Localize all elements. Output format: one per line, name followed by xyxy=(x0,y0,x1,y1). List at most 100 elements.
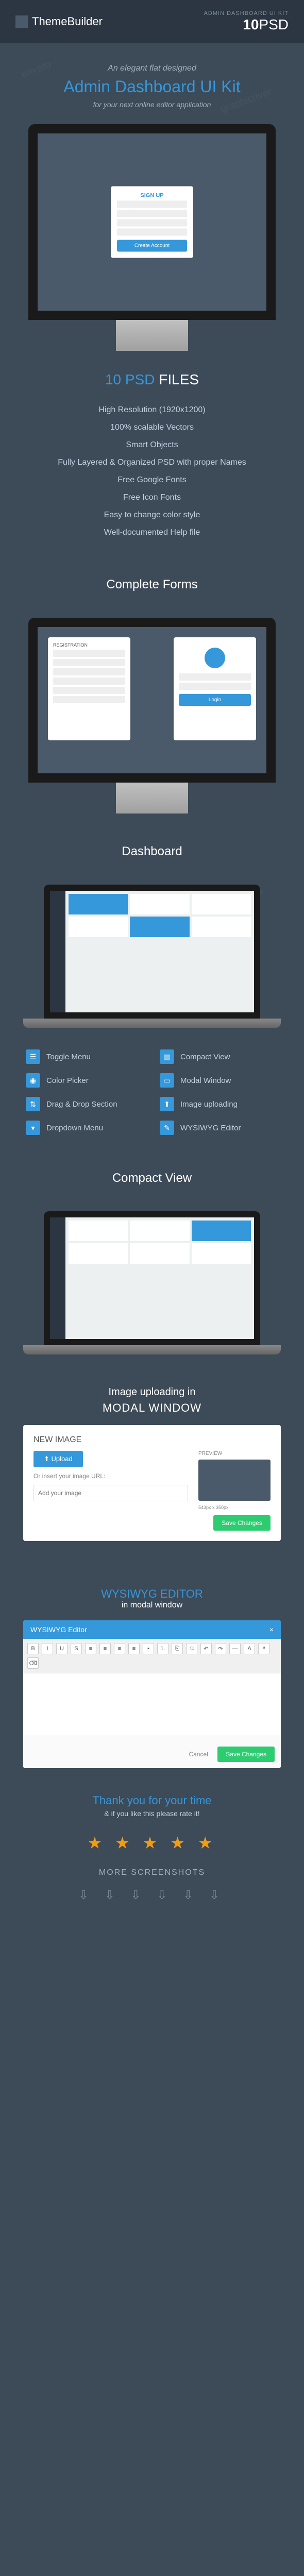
hr-button[interactable]: — xyxy=(229,1643,241,1654)
dropdown-icon: ▾ xyxy=(26,1121,40,1135)
psd-feature-list: High Resolution (1920x1200) 100% scalabl… xyxy=(0,401,304,562)
strike-button[interactable]: S xyxy=(71,1643,82,1654)
mock-field xyxy=(53,668,125,675)
tile xyxy=(69,1221,128,1241)
feature-label: WYSIWYG Editor xyxy=(180,1124,241,1132)
hero-section: An elegant flat designed Admin Dashboard… xyxy=(0,43,304,330)
link-button[interactable]: ⎘ xyxy=(172,1643,183,1654)
mock-field xyxy=(179,683,251,690)
feature-item: Free Icon Fonts xyxy=(21,489,283,506)
feature-label: Dropdown Menu xyxy=(46,1124,103,1132)
clear-button[interactable]: ⌫ xyxy=(27,1657,39,1669)
ul-button[interactable]: • xyxy=(143,1643,154,1654)
forms-section-title: Complete Forms xyxy=(0,562,304,602)
login-form-mock: Login xyxy=(174,637,256,740)
image-url-input[interactable] xyxy=(33,1485,188,1501)
main-mock xyxy=(65,1217,254,1339)
wysiwyg-content-area[interactable] xyxy=(23,1673,281,1735)
imac-mockup: SIGN UP Create Account xyxy=(28,124,276,320)
align-right-button[interactable]: ≡ xyxy=(114,1643,125,1654)
feature-label: Modal Window xyxy=(180,1076,231,1085)
psd-title-num: 10 PSD xyxy=(105,371,155,387)
underline-button[interactable]: U xyxy=(56,1643,67,1654)
login-button-mock: Login xyxy=(179,694,251,706)
badge-number: 10 xyxy=(243,16,259,32)
modal-icon: ▭ xyxy=(160,1073,174,1088)
sidebar-mock xyxy=(50,891,65,1012)
wysiwyg-title: WYSIWYG EDITOR xyxy=(0,1572,304,1601)
more-screenshots: MORE SCREENSHOTS xyxy=(0,1868,304,1888)
laptop-mockup xyxy=(44,885,260,1019)
modal-title: MODAL WINDOW xyxy=(15,1401,289,1415)
star-rating: ★ ★ ★ ★ ★ xyxy=(0,1828,304,1868)
header-subtitle: ADMIN DASHBOARD UI KIT xyxy=(204,10,289,16)
tile xyxy=(192,894,251,914)
logo-icon xyxy=(15,15,28,28)
quote-button[interactable]: ❝ xyxy=(258,1643,269,1654)
save-button[interactable]: Save Changes xyxy=(213,1515,271,1531)
mock-field xyxy=(117,229,187,236)
header: ThemeBuilder ADMIN DASHBOARD UI KIT 10PS… xyxy=(0,0,304,43)
feature-dropdown: ▾ Dropdown Menu xyxy=(26,1121,144,1135)
ol-button[interactable]: 1. xyxy=(157,1643,168,1654)
psd-title-txt: FILES xyxy=(159,371,199,387)
feature-label: Color Picker xyxy=(46,1076,89,1085)
wysiwyg-modal: WYSIWYG Editor × B I U S ≡ ≡ ≡ ≡ • 1. ⎘ … xyxy=(23,1620,281,1768)
align-left-button[interactable]: ≡ xyxy=(85,1643,96,1654)
mock-field xyxy=(117,219,187,227)
mock-field xyxy=(53,687,125,694)
tile xyxy=(130,894,189,914)
wysiwyg-subtitle: in modal window xyxy=(0,1601,304,1610)
preview-image xyxy=(198,1460,271,1501)
logo-text: ThemeBuilder xyxy=(32,15,103,28)
or-text: Or insert your image URL: xyxy=(33,1472,188,1480)
hero-title: Admin Dashboard UI Kit xyxy=(15,77,289,96)
picker-icon: ◉ xyxy=(26,1073,40,1088)
undo-button[interactable]: ↶ xyxy=(200,1643,212,1654)
bold-button[interactable]: B xyxy=(27,1643,39,1654)
compact-icon: ▦ xyxy=(160,1049,174,1064)
tiles-mock xyxy=(69,1221,251,1264)
hero-subtitle: for your next online editor application xyxy=(15,100,289,109)
redo-button[interactable]: ↷ xyxy=(215,1643,226,1654)
close-icon[interactable]: × xyxy=(269,1625,274,1634)
hero-tagline: An elegant flat designed xyxy=(15,64,289,73)
font-button[interactable]: A xyxy=(244,1643,255,1654)
dashboard-mockup-area: envato xyxy=(0,885,304,1039)
avatar-icon xyxy=(205,648,225,668)
wysiwyg-header-title: WYSIWYG Editor xyxy=(30,1625,87,1634)
cancel-button[interactable]: Cancel xyxy=(181,1747,215,1762)
tile xyxy=(130,1221,189,1241)
preview-panel: PREVIEW 543px x 350px Save Changes xyxy=(198,1451,271,1531)
laptop-screen xyxy=(50,891,254,1012)
feature-color-picker: ◉ Color Picker xyxy=(26,1073,144,1088)
form-title: REGISTRATION xyxy=(53,642,125,648)
align-center-button[interactable]: ≡ xyxy=(99,1643,111,1654)
mock-field xyxy=(53,650,125,657)
image-button[interactable]: ⎌ xyxy=(186,1643,197,1654)
menu-icon: ☰ xyxy=(26,1049,40,1064)
logo: ThemeBuilder xyxy=(15,15,103,28)
feature-label: Drag & Drop Section xyxy=(46,1100,117,1109)
laptop-mockup xyxy=(44,1211,260,1345)
tile xyxy=(130,1243,189,1264)
mock-field xyxy=(53,677,125,685)
wysiwyg-toolbar: B I U S ≡ ≡ ≡ ≡ • 1. ⎘ ⎌ ↶ ↷ — A ❝ ⌫ xyxy=(23,1639,281,1673)
save-button[interactable]: Save Changes xyxy=(217,1747,275,1762)
justify-button[interactable]: ≡ xyxy=(128,1643,140,1654)
feature-label: Image uploading xyxy=(180,1100,238,1109)
down-arrows: ⇩ ⇩ ⇩ ⇩ ⇩ ⇩ xyxy=(0,1888,304,1923)
imac-screen: SIGN UP Create Account xyxy=(38,133,266,311)
tile xyxy=(69,894,128,914)
preview-label: PREVIEW xyxy=(198,1451,271,1456)
mock-field xyxy=(53,696,125,703)
feature-wysiwyg: ✎WYSIWYG Editor xyxy=(160,1121,278,1135)
feature-drag-drop: ⇅Drag & Drop Section xyxy=(26,1097,144,1111)
upload-button[interactable]: ⬆ Upload xyxy=(33,1451,83,1467)
italic-button[interactable]: I xyxy=(42,1643,53,1654)
tile xyxy=(69,1243,128,1264)
compact-section-title: Compact View xyxy=(0,1156,304,1196)
modal-body: ⬆ Upload Or insert your image URL: PREVI… xyxy=(33,1451,271,1531)
mock-field xyxy=(53,659,125,666)
registration-form-mock: REGISTRATION xyxy=(48,637,130,740)
